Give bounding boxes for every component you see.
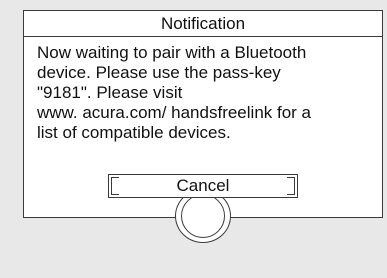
message-line: device. Please use the pass-key bbox=[37, 63, 281, 82]
button-bracket-left bbox=[111, 177, 119, 195]
message-line: www. acura.com/ handsfreelink for a bbox=[37, 103, 312, 122]
selector-knob-inner-ring bbox=[181, 194, 225, 238]
pairing-message: Now waiting to pair with a Bluetooth dev… bbox=[37, 43, 377, 143]
dialog-title: Notification bbox=[160, 14, 246, 33]
message-line: "9181". Please visit bbox=[37, 83, 183, 102]
title-divider bbox=[24, 36, 382, 37]
cancel-button-label: Cancel bbox=[176, 176, 230, 195]
notification-dialog: Notification Now waiting to pair with a … bbox=[23, 10, 383, 243]
message-line: list of compatible devices. bbox=[37, 123, 231, 142]
message-line: Now waiting to pair with a Bluetooth bbox=[37, 43, 307, 62]
cancel-button[interactable]: Cancel bbox=[108, 174, 298, 198]
button-bracket-right bbox=[287, 177, 295, 195]
